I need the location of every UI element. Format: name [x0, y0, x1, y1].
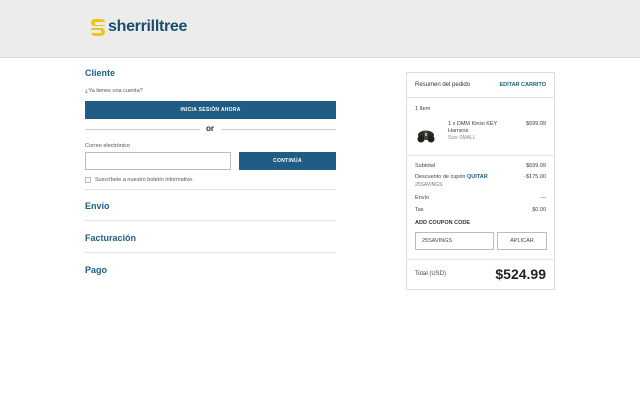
total-label: Total (USD) — [415, 271, 447, 277]
coupon-heading: ADD COUPON CODE — [415, 220, 471, 226]
email-field[interactable] — [85, 152, 231, 170]
remove-coupon-link[interactable]: QUITAR — [467, 174, 488, 180]
discount-value: -$175.00 — [524, 174, 546, 180]
or-separator: or — [206, 124, 214, 133]
customer-section-title: Cliente — [85, 68, 116, 78]
item-size: Size SMALL — [448, 135, 476, 141]
shipping-label: Envío — [415, 195, 430, 201]
subtotal-value: $699.99 — [526, 163, 546, 169]
section-divider — [85, 189, 336, 190]
email-label: Correo electrónico — [85, 143, 130, 149]
item-name-line1: 1 x DMM Kinisi KEY — [448, 121, 498, 127]
tax-value: $0.00 — [532, 207, 546, 213]
login-button[interactable]: INICIA SESIÓN AHORA — [85, 101, 336, 119]
brand-logo[interactable]: sherrilltree — [91, 18, 187, 36]
site-header: sherrilltree — [0, 0, 640, 58]
have-account-text: ¿Ya tienes una cuenta? — [85, 88, 143, 94]
newsletter-label: Suscríbete a nuestro boletín informativo… — [95, 177, 194, 183]
summary-divider — [407, 155, 554, 156]
item-count: 1 Item — [415, 106, 431, 112]
apply-coupon-button[interactable]: APLICAR — [497, 232, 547, 250]
summary-divider — [407, 259, 554, 260]
billing-section-title[interactable]: Facturación — [85, 233, 136, 243]
shipping-value: — — [540, 195, 547, 201]
tax-label: Tax — [415, 207, 424, 213]
discount-code: 25SAVINGS — [415, 182, 443, 188]
section-divider — [85, 220, 336, 221]
or-divider-right — [221, 129, 336, 130]
edit-cart-link[interactable]: EDITAR CARRITO — [499, 82, 546, 88]
harness-image — [417, 130, 435, 143]
shipping-section-title[interactable]: Envío — [85, 201, 110, 211]
or-divider-left — [85, 129, 200, 130]
logo-s-icon — [91, 18, 105, 36]
item-price: $699.99 — [526, 121, 546, 127]
continue-button[interactable]: CONTINÚA — [239, 152, 336, 170]
subtotal-label: Subtotal — [415, 163, 436, 169]
coupon-code-input[interactable]: 25SAVINGS — [415, 232, 494, 250]
newsletter-checkbox[interactable] — [85, 177, 91, 183]
brand-name: sherrilltree — [108, 18, 188, 35]
discount-row: Descuento de cupón QUITAR — [415, 174, 488, 180]
item-name-line2: Harness — [448, 128, 469, 134]
payment-section-title[interactable]: Pago — [85, 265, 107, 275]
section-divider — [85, 252, 336, 253]
total-value: $524.99 — [495, 266, 546, 282]
summary-title: Resumen del pedido — [415, 82, 471, 88]
summary-divider — [407, 97, 554, 98]
discount-label: Descuento de cupón — [415, 174, 466, 180]
order-summary: Resumen del pedido EDITAR CARRITO 1 Item… — [406, 72, 555, 290]
